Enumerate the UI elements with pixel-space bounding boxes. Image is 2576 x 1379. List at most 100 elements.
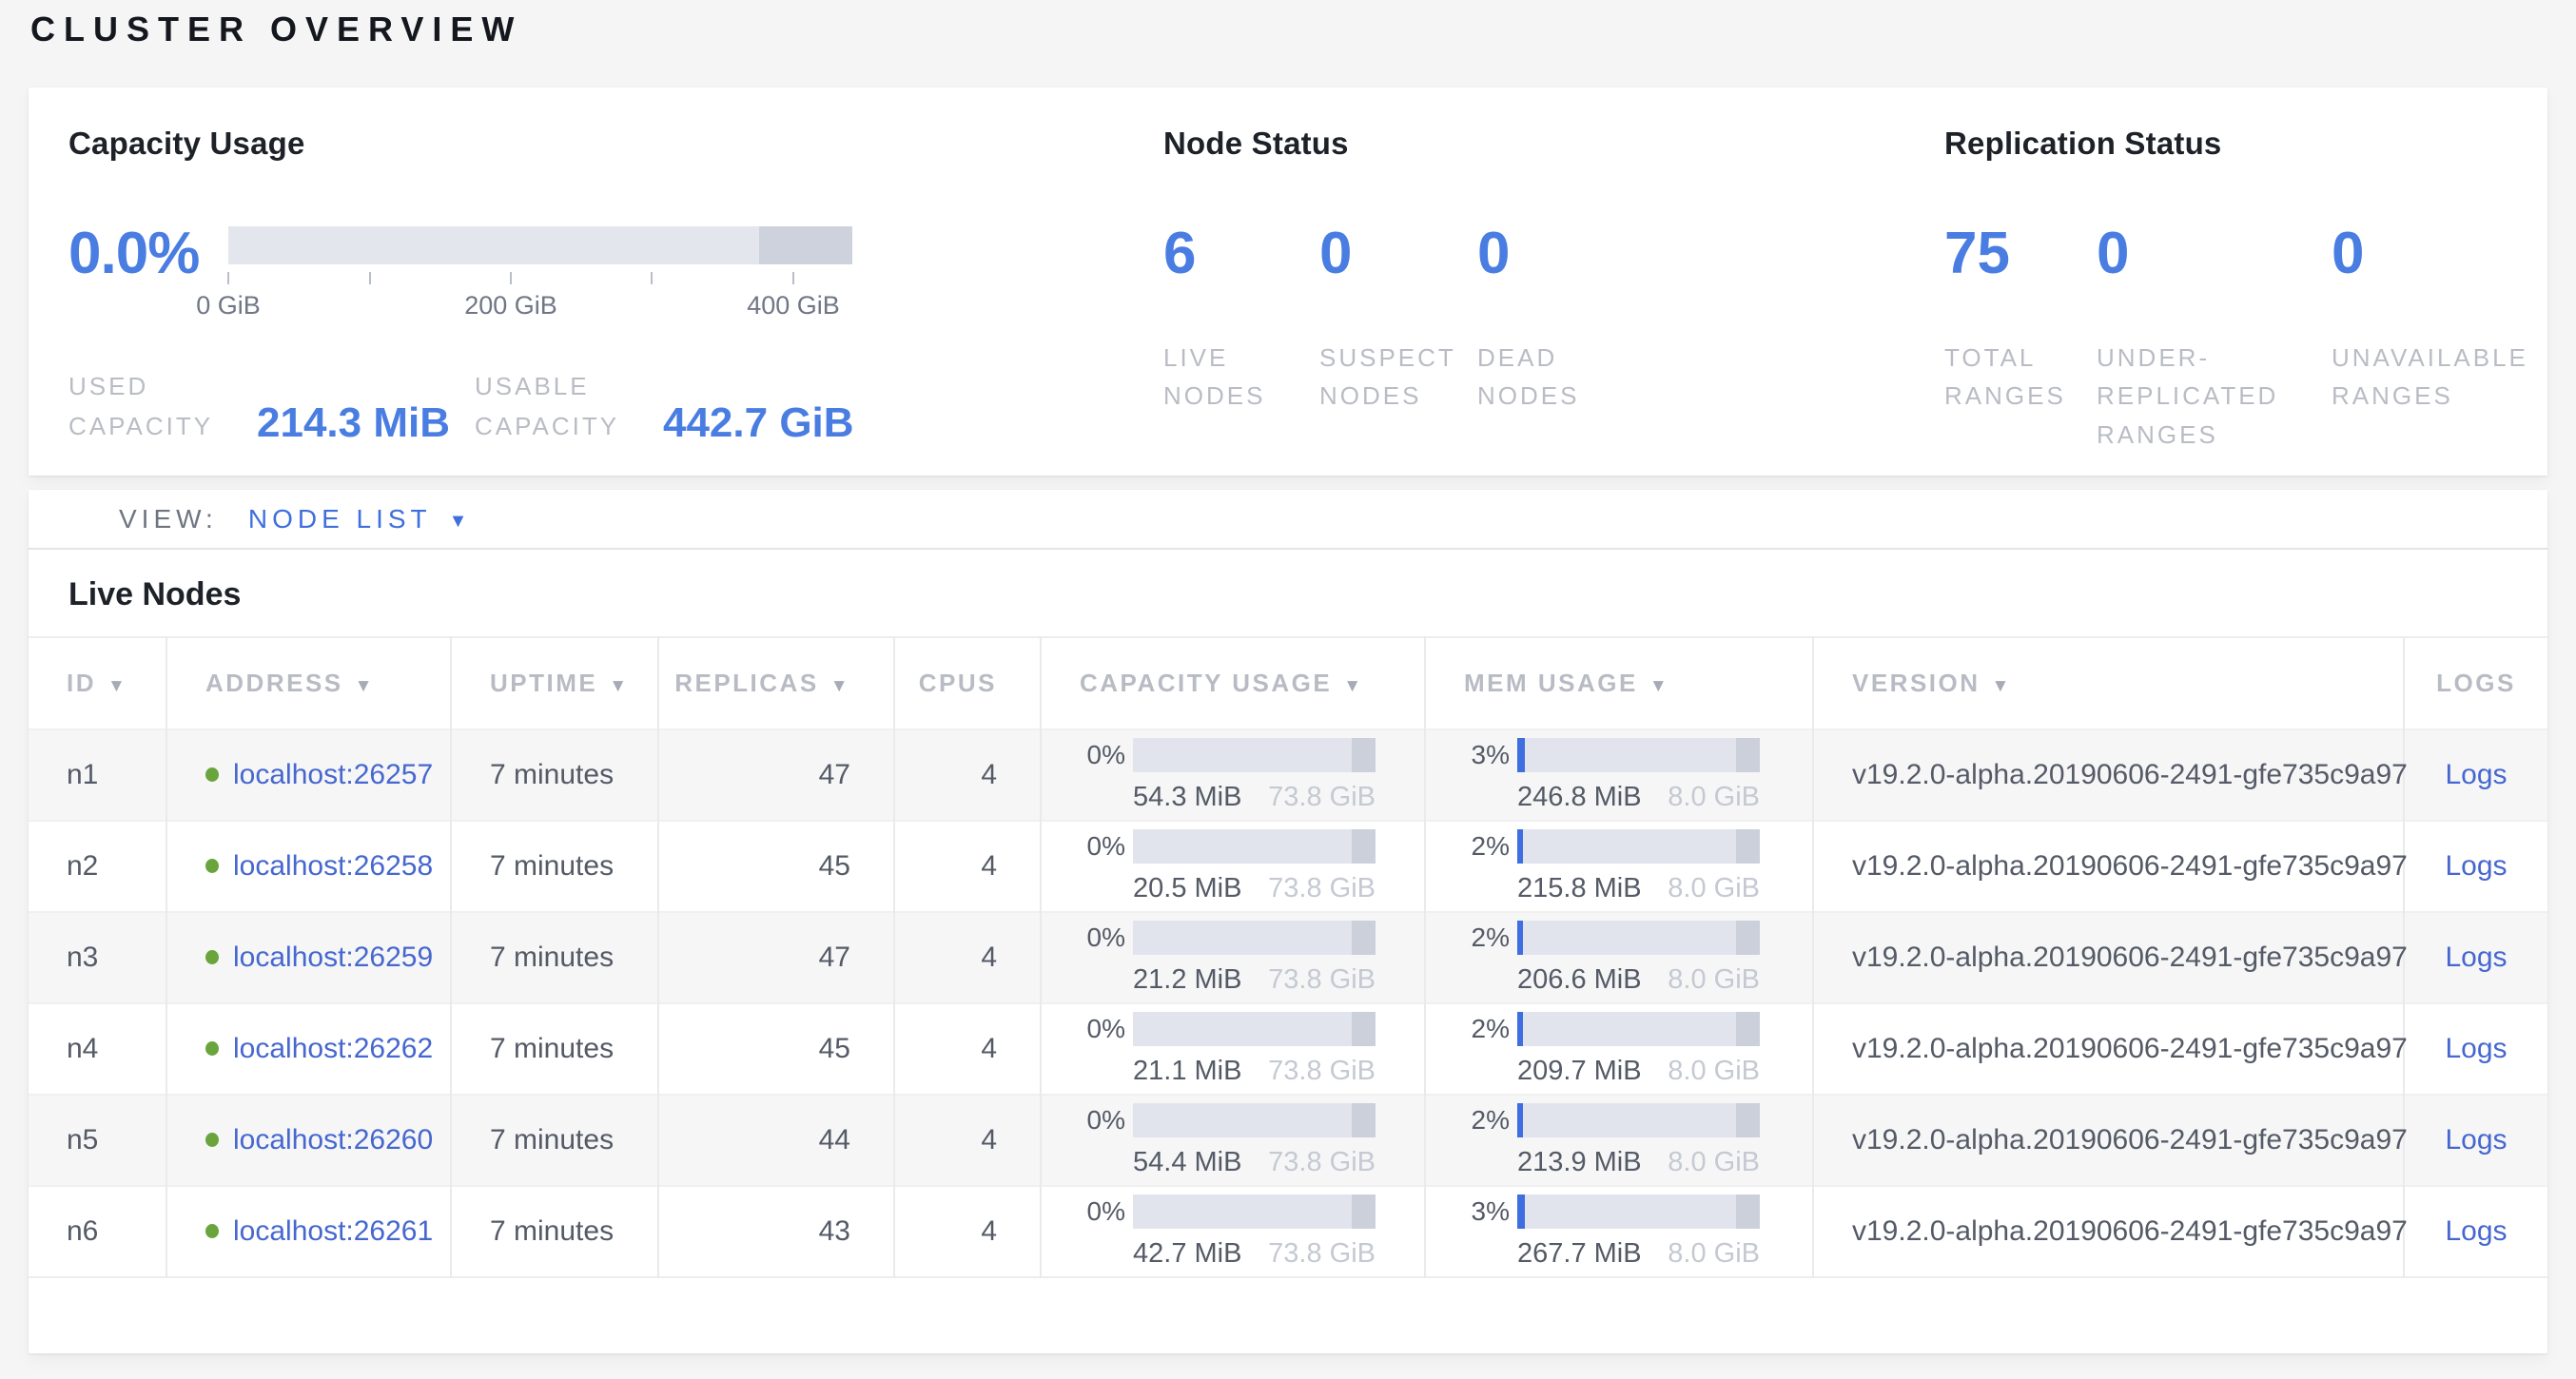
uptime-cell: 7 minutes (451, 1186, 658, 1277)
node-address-link[interactable]: localhost:26257 (233, 759, 433, 790)
axis-tick (510, 272, 512, 284)
replication-status-section: Replication Status 75TOTAL RANGES0UNDER-… (1944, 126, 2553, 454)
mem-mini-bar-reserved (1736, 921, 1761, 955)
logs-link[interactable]: Logs (2445, 1215, 2507, 1247)
capacity-usage-cell: 0% 54.4 MiB 73.8 GiB (1041, 1095, 1425, 1186)
replication-status-stats: 75TOTAL RANGES0UNDER-REPLICATED RANGES0U… (1944, 224, 2553, 454)
node-address-link[interactable]: localhost:26260 (233, 1124, 433, 1156)
summary-stat-value: 0 (1319, 224, 1477, 283)
summary-stat: 0DEAD NODES (1477, 224, 1630, 416)
used-capacity-label: USED CAPACITY (68, 367, 223, 446)
node-address-link[interactable]: localhost:26258 (233, 850, 433, 882)
table-row: n4 localhost:26262 7 minutes 45 4 0% 21.… (29, 1003, 2547, 1095)
mem-usage-cell: 2% 209.7 MiB 8.0 GiB (1425, 1003, 1813, 1095)
cpus-cell: 4 (894, 1095, 1041, 1186)
mem-usage-cell: 2% 213.9 MiB 8.0 GiB (1425, 1095, 1813, 1186)
summary-stat-label: TOTAL RANGES (1944, 339, 2097, 416)
sort-caret-icon: ▼ (830, 676, 850, 696)
mem-mini-bar (1517, 1103, 1760, 1137)
capacity-mini-bar-reserved (1352, 1012, 1376, 1046)
capacity-mini-bar-reserved (1352, 738, 1376, 772)
table-row: n2 localhost:26258 7 minutes 45 4 0% 20.… (29, 821, 2547, 912)
version-cell: v19.2.0-alpha.20190606-2491-gfe735c9a97 (1813, 1003, 2404, 1095)
sort-caret-icon: ▼ (1992, 676, 2012, 696)
node-status-section: Node Status 6LIVE NODES0SUSPECT NODES0DE… (1163, 126, 1696, 416)
capacity-bar-axis: 0 GiB200 GiB400 GiB (228, 264, 852, 321)
usable-capacity-label: USABLE CAPACITY (475, 367, 629, 446)
column-header-capacity-usage[interactable]: CAPACITY USAGE▼ (1041, 637, 1425, 729)
used-capacity-stat: USED CAPACITY 214.3 MiB (68, 367, 450, 446)
table-row: n3 localhost:26259 7 minutes 47 4 0% 21.… (29, 912, 2547, 1003)
usable-capacity-value: 442.7 GiB (663, 402, 854, 444)
replicas-cell: 43 (658, 1186, 894, 1277)
capacity-mini-bar (1133, 921, 1376, 955)
capacity-mini-bar-reserved (1352, 921, 1376, 955)
column-header-mem-usage[interactable]: MEM USAGE▼ (1425, 637, 1813, 729)
axis-tick-label: 200 GiB (464, 291, 557, 320)
axis-tick (792, 272, 794, 284)
replicas-cell: 47 (658, 912, 894, 1003)
column-header-id[interactable]: ID▼ (29, 637, 166, 729)
column-header-replicas[interactable]: REPLICAS▼ (658, 637, 894, 729)
node-id-cell: n4 (29, 1003, 166, 1095)
live-status-dot-icon (205, 950, 219, 964)
logs-cell: Logs (2404, 912, 2547, 1003)
logs-link[interactable]: Logs (2445, 759, 2507, 790)
mem-mini-bar-fill (1517, 738, 1525, 772)
summary-stat: 75TOTAL RANGES (1944, 224, 2097, 454)
capacity-usage-cell: 0% 54.3 MiB 73.8 GiB (1041, 729, 1425, 821)
node-id-cell: n6 (29, 1186, 166, 1277)
live-status-dot-icon (205, 859, 219, 873)
cpus-cell: 4 (894, 1003, 1041, 1095)
logs-link[interactable]: Logs (2445, 1033, 2507, 1064)
node-address-cell: localhost:26260 (166, 1095, 451, 1186)
sort-caret-icon: ▼ (107, 676, 127, 696)
mem-mini-bar-fill (1517, 1103, 1523, 1137)
column-header-address[interactable]: ADDRESS▼ (166, 637, 451, 729)
column-header-cpus: CPUS (894, 637, 1041, 729)
axis-tick (651, 272, 653, 284)
live-nodes-table: ID▼ADDRESS▼UPTIME▼REPLICAS▼CPUSCAPACITY … (29, 636, 2547, 1278)
node-address-link[interactable]: localhost:26262 (233, 1033, 433, 1064)
uptime-cell: 7 minutes (451, 912, 658, 1003)
summary-stat-label: SUSPECT NODES (1319, 339, 1477, 416)
capacity-usage-section: Capacity Usage 0.0% 0 GiB200 GiB400 GiB … (68, 126, 1020, 446)
summary-stat-label: LIVE NODES (1163, 339, 1319, 416)
live-status-dot-icon (205, 1133, 219, 1147)
mem-mini-bar (1517, 829, 1760, 864)
view-mode-selected: NODE LIST (248, 504, 432, 534)
mem-usage-cell: 3% 246.8 MiB 8.0 GiB (1425, 729, 1813, 821)
node-id-cell: n3 (29, 912, 166, 1003)
table-row: n6 localhost:26261 7 minutes 43 4 0% 42.… (29, 1186, 2547, 1277)
capacity-usage-cell: 0% 21.2 MiB 73.8 GiB (1041, 912, 1425, 1003)
logs-link[interactable]: Logs (2445, 942, 2507, 973)
node-address-cell: localhost:26259 (166, 912, 451, 1003)
mem-mini-bar-reserved (1736, 1194, 1761, 1229)
mem-mini-bar (1517, 921, 1760, 955)
logs-link[interactable]: Logs (2445, 1124, 2507, 1156)
node-status-title: Node Status (1163, 126, 1696, 162)
column-header-version[interactable]: VERSION▼ (1813, 637, 2404, 729)
mem-mini-bar-fill (1517, 1194, 1525, 1229)
capacity-bar-track (228, 226, 852, 264)
capacity-mini-bar (1133, 738, 1376, 772)
mem-mini-bar-fill (1517, 1012, 1523, 1046)
view-bar: VIEW: NODE LIST ▼ (29, 490, 2547, 550)
node-address-cell: localhost:26257 (166, 729, 451, 821)
view-mode-dropdown[interactable]: NODE LIST ▼ (248, 504, 468, 534)
capacity-usage-cell: 0% 21.1 MiB 73.8 GiB (1041, 1003, 1425, 1095)
summary-stat: 0UNAVAILABLE RANGES (2332, 224, 2550, 454)
page-title: CLUSTER OVERVIEW (30, 10, 2576, 49)
mem-mini-bar-reserved (1736, 829, 1761, 864)
node-address-link[interactable]: localhost:26261 (233, 1215, 433, 1247)
logs-cell: Logs (2404, 729, 2547, 821)
mem-mini-bar-fill (1517, 921, 1523, 955)
node-address-link[interactable]: localhost:26259 (233, 942, 433, 973)
logs-link[interactable]: Logs (2445, 850, 2507, 882)
version-cell: v19.2.0-alpha.20190606-2491-gfe735c9a97 (1813, 821, 2404, 912)
uptime-cell: 7 minutes (451, 729, 658, 821)
nodes-card: VIEW: NODE LIST ▼ Live Nodes ID▼ADDRESS▼… (29, 490, 2547, 1353)
capacity-mini-bar-reserved (1352, 1194, 1376, 1229)
column-header-uptime[interactable]: UPTIME▼ (451, 637, 658, 729)
live-status-dot-icon (205, 767, 219, 782)
